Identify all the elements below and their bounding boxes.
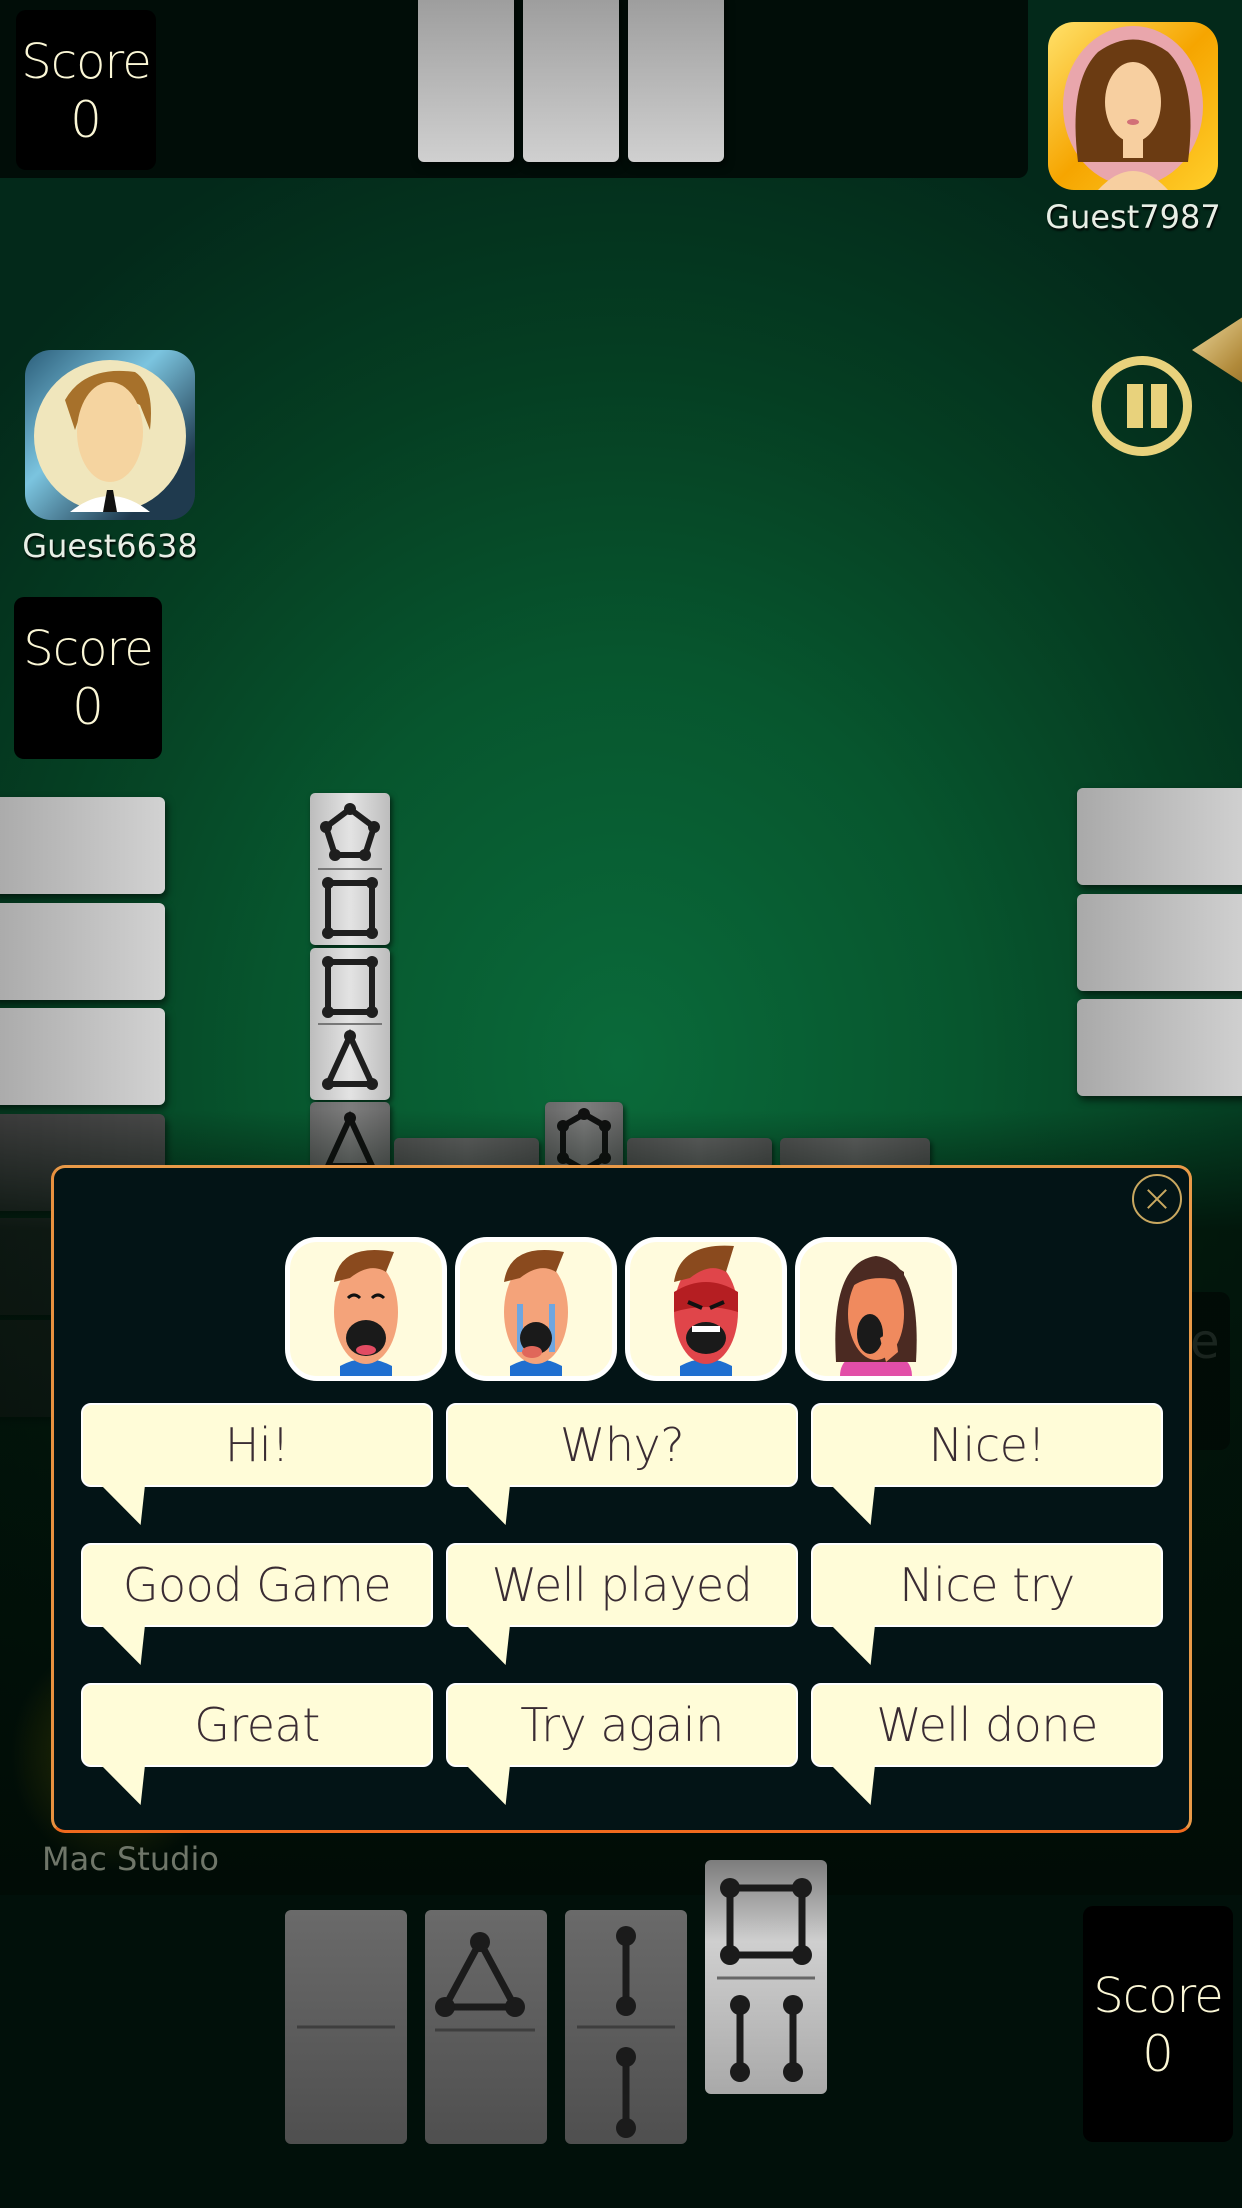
opponent-tile-back [1077, 999, 1242, 1096]
pause-button[interactable] [1092, 356, 1192, 456]
chat-phrase-button[interactable]: Try again [446, 1683, 798, 1767]
score-value: 0 [72, 678, 104, 736]
close-icon[interactable] [1132, 1174, 1182, 1224]
opponent-tile-back [418, 0, 514, 162]
hand-domino-4-2-selected[interactable] [705, 1860, 827, 2094]
player-name-guest6638: Guest6638 [22, 527, 198, 565]
pause-icon-bar [1127, 384, 1143, 428]
left-score-box: Score 0 [14, 597, 162, 759]
chat-phrase-button[interactable]: Great [81, 1683, 433, 1767]
chat-phrase-button[interactable]: Why? [446, 1403, 798, 1487]
opponent-tile-back [1077, 788, 1242, 885]
pips-one-one [577, 1926, 675, 2138]
score-label: Score [1093, 1968, 1223, 2024]
pips-square-triangle [318, 956, 382, 1090]
emoji-angry[interactable] [625, 1237, 787, 1381]
pips-triangle-blank [435, 1932, 535, 2032]
chat-phrase-button[interactable]: Hi! [81, 1403, 433, 1487]
hand-domino-1-1[interactable] [565, 1910, 687, 2144]
angry-emoji-icon [674, 1245, 738, 1376]
laughing-emoji-icon [334, 1250, 398, 1376]
hand-domino-0-0[interactable] [285, 1910, 407, 2144]
top-score-box: Score 0 [16, 10, 156, 170]
my-score-box: Score 0 [1083, 1906, 1233, 2142]
opponent-tile-back [0, 903, 165, 1000]
chat-phrase-button[interactable]: Nice! [811, 1403, 1163, 1487]
opponent-tile-back [0, 797, 165, 894]
board-domino-4-3 [310, 948, 390, 1100]
female-avatar-icon [1063, 26, 1203, 190]
pips-pentagon-square [318, 803, 382, 939]
avatar-guest6638[interactable] [25, 350, 195, 520]
chat-phrase-button[interactable]: Good Game [81, 1543, 433, 1627]
chat-phrase-button[interactable]: Nice try [811, 1543, 1163, 1627]
player-name-guest7987: Guest7987 [1045, 198, 1221, 236]
pips-square-two [717, 1878, 815, 2082]
chat-phrase-button[interactable]: Well done [811, 1683, 1163, 1767]
score-label: Score [21, 34, 151, 90]
male-avatar-icon [34, 360, 186, 512]
score-label: Score [23, 621, 153, 677]
opponent-tile-back [628, 0, 724, 162]
board-domino-5-4 [310, 793, 390, 945]
player-name-me: Mac Studio [42, 1840, 219, 1878]
opponent-tile-back [1077, 894, 1242, 991]
avatar-guest7987[interactable] [1048, 22, 1218, 190]
opponent-tile-back [0, 1008, 165, 1105]
hand-domino-3-0[interactable] [425, 1910, 547, 2144]
crying-emoji-icon [504, 1250, 568, 1376]
emoji-yawning[interactable] [795, 1237, 957, 1381]
emoji-crying[interactable] [455, 1237, 617, 1381]
pips-blank [297, 2025, 395, 2029]
opponent-tile-back [523, 0, 619, 162]
pause-icon-bar [1151, 384, 1167, 428]
score-value: 0 [1142, 2025, 1174, 2083]
chat-phrase-button[interactable]: Well played [446, 1543, 798, 1627]
score-value: 0 [70, 91, 102, 149]
emoji-laughing[interactable] [285, 1237, 447, 1381]
yawning-emoji-icon [835, 1256, 917, 1376]
